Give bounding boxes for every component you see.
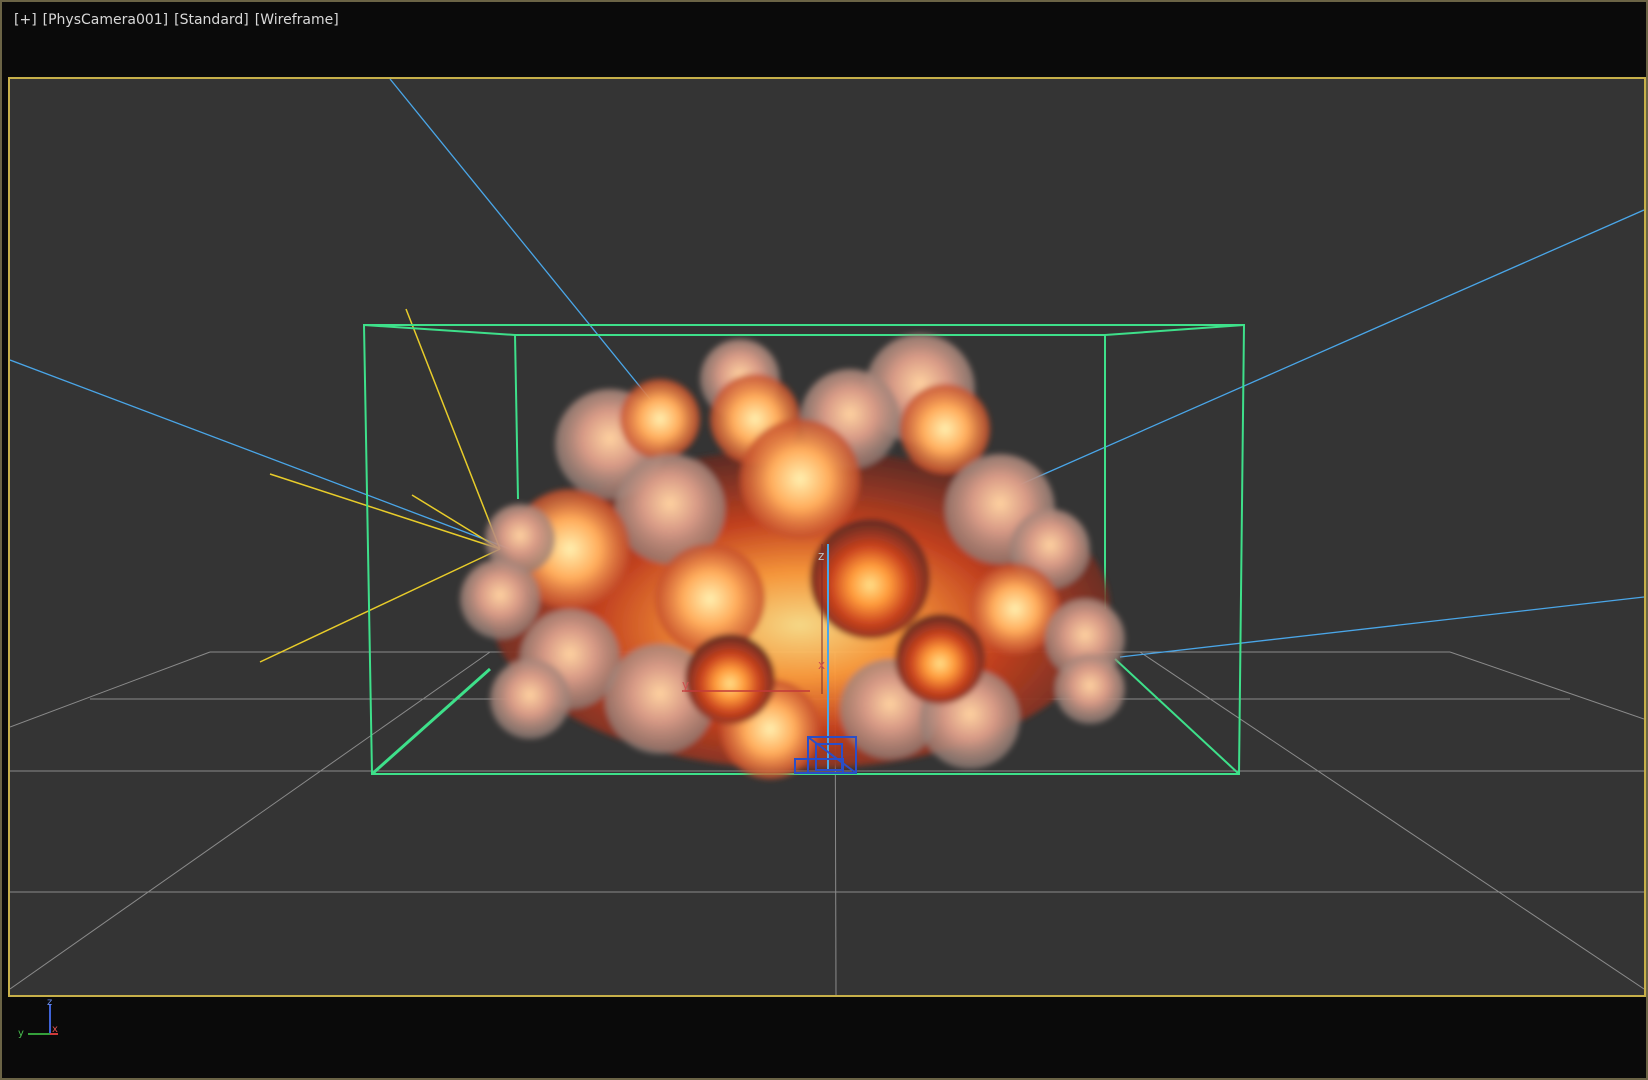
tripod-y-label: y: [18, 1028, 24, 1039]
viewport-label-bar: [+] [PhysCamera001] [Standard] [Wirefram…: [14, 12, 339, 28]
gizmo-x-label: x: [818, 658, 825, 672]
explosion-effect: [460, 334, 1125, 779]
viewport-shading-menu[interactable]: [Standard]: [174, 12, 249, 28]
viewport-camera-menu[interactable]: [PhysCamera001]: [43, 12, 168, 28]
gizmo-y-label: y: [682, 678, 689, 692]
gizmo-z-label: z: [818, 549, 824, 563]
tripod-z-label: z: [47, 997, 52, 1008]
3d-viewport[interactable]: z x y: [8, 77, 1646, 997]
tripod-x-label: x: [52, 1024, 58, 1035]
world-axis-tripod: z x y: [18, 997, 58, 1039]
viewport-general-menu[interactable]: [+]: [14, 12, 37, 28]
viewport-display-menu[interactable]: [Wireframe]: [255, 12, 339, 28]
scene-canvas: z x y: [10, 79, 1644, 995]
